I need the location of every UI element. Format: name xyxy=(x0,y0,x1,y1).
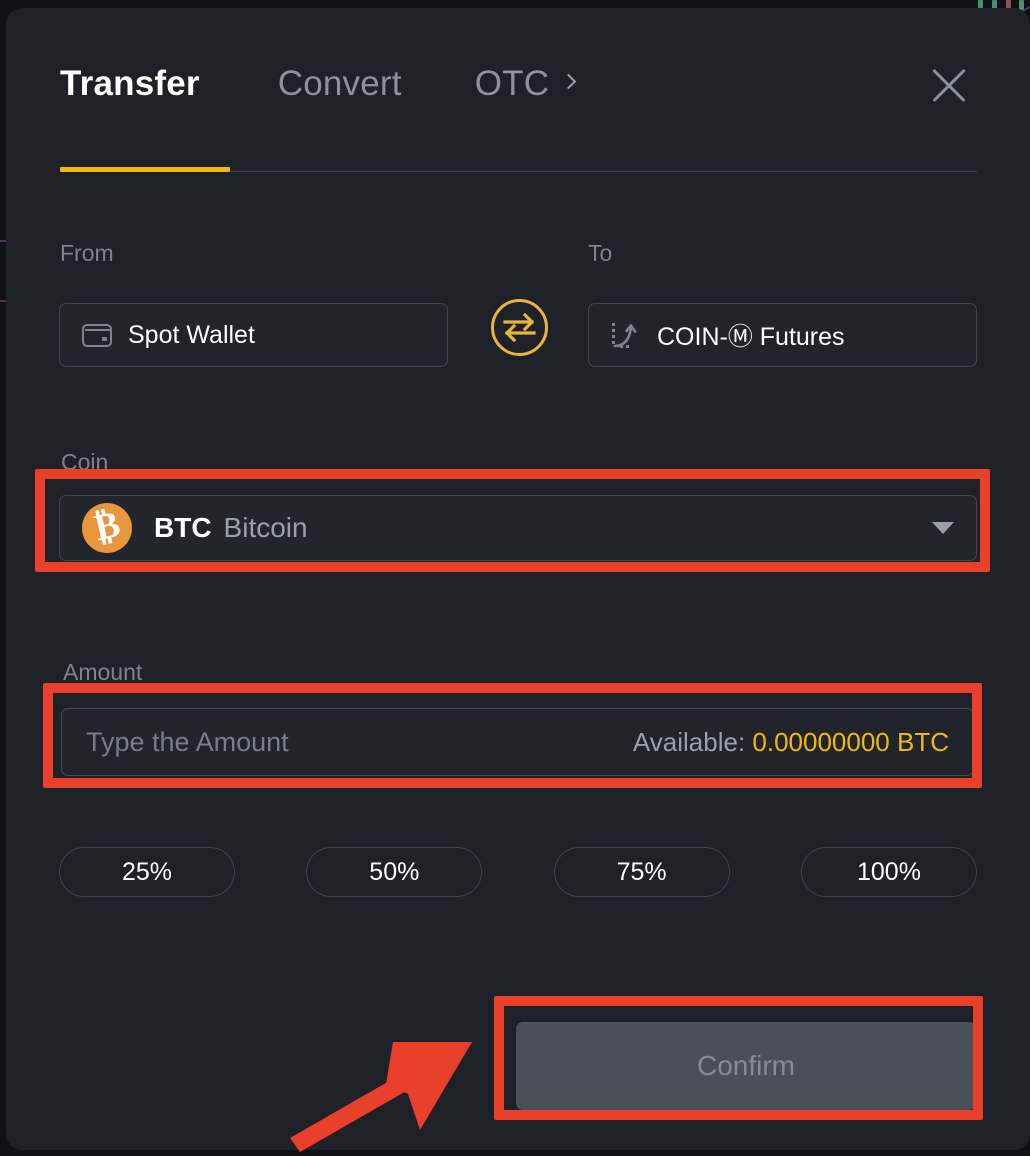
chevron-right-icon xyxy=(560,73,577,89)
bitcoin-icon: ₿ xyxy=(82,503,132,553)
to-wallet-value: COIN-Ⓜ Futures xyxy=(657,323,845,351)
available-value: 0.00000000 BTC xyxy=(752,726,949,757)
percent-button-75[interactable]: 75% xyxy=(553,847,730,897)
wallet-icon xyxy=(82,323,112,347)
bitcoin-glyph: ₿ xyxy=(90,503,124,549)
amount-label: Amount xyxy=(63,659,143,685)
amount-input[interactable]: Type the Amount Available: 0.00000000 BT… xyxy=(61,708,974,776)
swap-arrows-glyph xyxy=(503,312,536,343)
coin-selector[interactable]: ₿ BTC Bitcoin xyxy=(59,495,977,561)
coin-label: Coin xyxy=(61,449,109,475)
to-wallet-select[interactable]: COIN-Ⓜ Futures xyxy=(588,303,977,367)
tab-convert[interactable]: Convert xyxy=(278,64,402,104)
tab-transfer[interactable]: Transfer xyxy=(60,64,200,104)
transfer-dialog: Transfer Convert OTC From Spot Wallet To… xyxy=(6,8,1030,1150)
from-wallet-select[interactable]: Spot Wallet xyxy=(59,303,448,367)
screenshot-root: Transfer Convert OTC From Spot Wallet To… xyxy=(0,0,1030,1156)
close-icon[interactable] xyxy=(923,59,975,111)
tab-otc[interactable]: OTC xyxy=(474,64,577,104)
futures-chart-icon xyxy=(612,323,637,348)
available-label: Available: xyxy=(632,726,746,757)
confirm-button[interactable]: Confirm xyxy=(516,1022,976,1110)
coin-symbol: BTC xyxy=(154,512,212,543)
caret-down-icon[interactable] xyxy=(932,522,954,534)
percent-button-group: 25% 50% 75% 100% xyxy=(59,847,977,897)
percent-button-25[interactable]: 25% xyxy=(59,847,235,897)
coin-name: Bitcoin xyxy=(223,512,308,543)
percent-button-100[interactable]: 100% xyxy=(800,847,977,897)
active-tab-indicator xyxy=(60,167,230,172)
percent-button-50[interactable]: 50% xyxy=(306,847,483,897)
tab-otc-label: OTC xyxy=(474,64,550,103)
from-label: From xyxy=(60,240,114,266)
from-wallet-value: Spot Wallet xyxy=(128,320,255,349)
available-balance: Available: 0.00000000 BTC xyxy=(633,727,949,758)
swap-arrows-icon[interactable] xyxy=(491,299,548,356)
to-label: To xyxy=(588,240,613,266)
amount-placeholder: Type the Amount xyxy=(86,726,289,757)
dialog-tabs: Transfer Convert OTC xyxy=(60,64,577,104)
